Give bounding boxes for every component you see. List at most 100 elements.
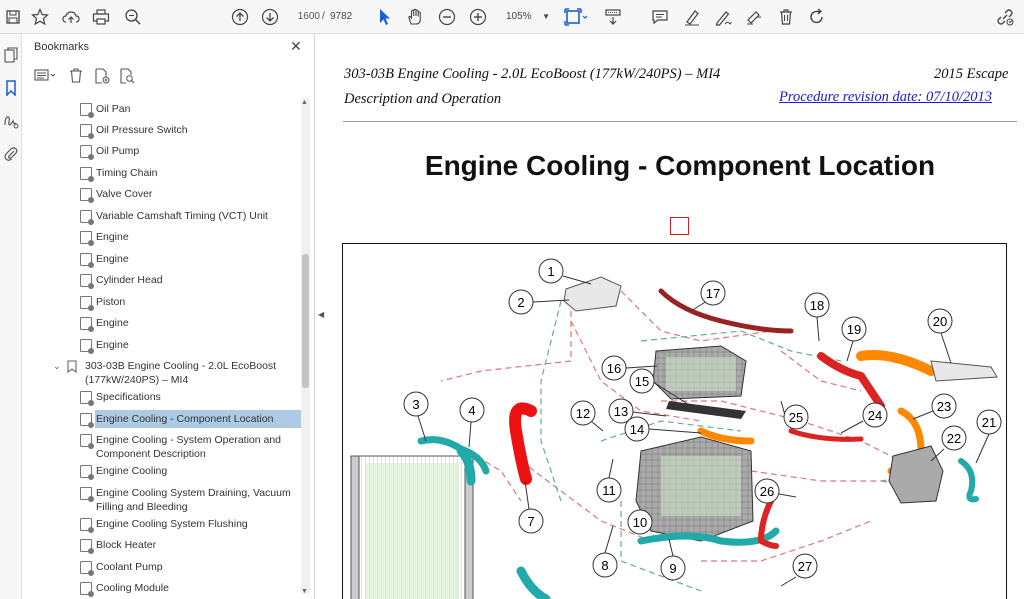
scroll-up-icon[interactable]: ▲ xyxy=(301,99,308,106)
zoom-value: 105% xyxy=(506,11,532,22)
bookmark-page-icon xyxy=(80,124,94,139)
svg-text:13: 13 xyxy=(614,404,628,419)
collapse-panel-icon[interactable]: ◀ xyxy=(318,310,324,319)
delete-icon[interactable] xyxy=(774,5,798,29)
svg-text:22: 22 xyxy=(947,431,961,446)
svg-text:2: 2 xyxy=(517,295,524,310)
zoom-out-icon[interactable] xyxy=(435,5,459,29)
bookmark-page-icon xyxy=(80,465,94,480)
svg-text:14: 14 xyxy=(630,422,644,437)
callout-22: 22 xyxy=(930,425,967,462)
callout-3: 3 xyxy=(403,391,429,442)
svg-text:27: 27 xyxy=(798,559,812,574)
header-divider xyxy=(343,121,1017,122)
svg-text:19: 19 xyxy=(847,322,861,337)
pump-housing xyxy=(888,445,944,504)
callout-18: 18 xyxy=(804,292,830,342)
svg-text:12: 12 xyxy=(576,406,590,421)
bookmark-tree: Oil Pan Oil Pressure Switch Oil Pump Tim… xyxy=(22,92,304,599)
scroll-mode-icon[interactable] xyxy=(601,5,625,29)
rotate-icon[interactable] xyxy=(805,5,829,29)
callout-2: 2 xyxy=(508,289,570,315)
trash-icon[interactable] xyxy=(69,68,83,86)
bookmark-page-icon xyxy=(80,103,94,118)
attachment-icon[interactable] xyxy=(0,143,22,165)
expansion-tank xyxy=(930,360,998,382)
star-icon[interactable] xyxy=(28,5,52,29)
share-link-icon[interactable] xyxy=(993,5,1017,29)
callout-26: 26 xyxy=(754,478,797,504)
page-separator: / xyxy=(322,11,325,22)
flow-lines-green xyxy=(540,300,942,592)
print-icon[interactable] xyxy=(89,5,113,29)
callout-10: 10 xyxy=(627,509,653,535)
save-icon[interactable] xyxy=(1,5,25,29)
svg-text:1: 1 xyxy=(547,264,554,279)
zoom-in-icon[interactable] xyxy=(466,5,490,29)
revision-date-link[interactable]: Procedure revision date: 07/10/2013 xyxy=(779,89,992,106)
doc-vehicle: 2015 Escape xyxy=(934,66,1009,82)
scroll-down-icon[interactable]: ▼ xyxy=(301,588,308,595)
bookmark-page-icon xyxy=(80,339,94,354)
highlight-icon[interactable] xyxy=(680,5,704,29)
doc-section-title: 303-03B Engine Cooling - 2.0L EcoBoost (… xyxy=(344,66,721,82)
signature-icon[interactable] xyxy=(0,110,22,132)
bookmark-page-icon xyxy=(80,145,94,160)
zoom-search-icon[interactable] xyxy=(121,5,145,29)
bookmark-page-icon xyxy=(80,539,94,554)
page-number-input[interactable]: 1600 xyxy=(290,8,320,26)
svg-text:21: 21 xyxy=(982,415,996,430)
close-icon[interactable]: ✕ xyxy=(290,38,302,55)
hand-icon[interactable] xyxy=(403,5,427,29)
callout-12: 12 xyxy=(570,400,604,432)
bookmark-page-icon xyxy=(80,561,94,576)
new-bookmark-icon[interactable] xyxy=(94,68,110,87)
zoom-dropdown[interactable]: 105% ▼ xyxy=(500,8,550,26)
bookmark-folder-icon xyxy=(67,360,77,373)
svg-text:4: 4 xyxy=(468,403,475,418)
find-bookmark-icon[interactable] xyxy=(119,68,135,87)
svg-text:11: 11 xyxy=(602,483,616,498)
fill-sign-icon[interactable] xyxy=(742,5,766,29)
bookmark-page-icon xyxy=(80,518,94,533)
image-marker xyxy=(670,217,689,235)
callout-7: 7 xyxy=(518,480,544,534)
callout-1: 1 xyxy=(538,258,592,285)
bookmark-page-icon xyxy=(80,487,94,502)
bookmark-page-icon xyxy=(80,188,94,203)
bookmark-page-icon xyxy=(80,413,94,428)
bookmark-page-icon xyxy=(80,274,94,289)
component-diagram: 1 2 3 4 7 8 9 10 11 12 13 14 15 16 17 18… xyxy=(342,243,1007,599)
upload-icon[interactable] xyxy=(59,5,83,29)
page-down-icon[interactable] xyxy=(258,5,282,29)
svg-text:16: 16 xyxy=(607,361,621,376)
chevron-down-icon[interactable]: ⌄ xyxy=(53,359,61,373)
page-thumbnails-icon[interactable] xyxy=(0,44,22,66)
page-up-icon[interactable] xyxy=(228,5,252,29)
fit-page-icon[interactable] xyxy=(562,5,590,29)
doc-category: Description and Operation xyxy=(344,91,502,107)
radiator xyxy=(350,455,474,599)
callout-24: 24 xyxy=(840,402,888,434)
svg-text:25: 25 xyxy=(789,410,803,425)
panel-title: Bookmarks xyxy=(34,41,90,53)
bookmark-page-icon xyxy=(80,253,94,268)
svg-text:15: 15 xyxy=(635,374,649,389)
callout-9: 9 xyxy=(660,538,686,581)
diagram-svg: 1 2 3 4 7 8 9 10 11 12 13 14 15 16 17 18… xyxy=(350,258,1002,599)
panel-scroll-thumb[interactable] xyxy=(302,254,309,388)
bookmark-options-icon[interactable] xyxy=(34,68,58,85)
draw-icon[interactable] xyxy=(711,5,735,29)
left-nav-rail xyxy=(0,34,22,599)
bookmark-icon[interactable] xyxy=(0,77,22,99)
coolant-reservoir xyxy=(563,276,622,312)
svg-text:8: 8 xyxy=(601,558,608,573)
svg-text:3: 3 xyxy=(412,397,419,412)
callout-27: 27 xyxy=(780,553,818,587)
comment-icon[interactable] xyxy=(648,5,672,29)
callout-11: 11 xyxy=(596,458,622,503)
bookmark-page-icon xyxy=(80,317,94,332)
svg-text:23: 23 xyxy=(937,399,951,414)
cursor-icon[interactable] xyxy=(373,5,397,29)
callout-25: 25 xyxy=(780,400,809,430)
